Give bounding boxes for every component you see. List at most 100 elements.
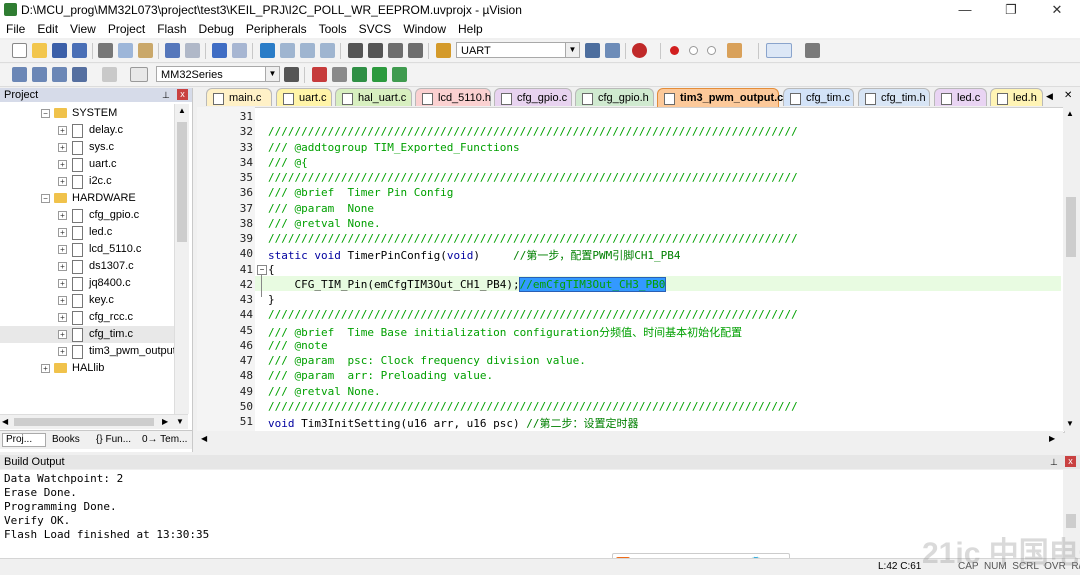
menu-project[interactable]: Project (102, 20, 151, 38)
open-folder-icon[interactable] (32, 43, 47, 58)
expand-icon[interactable]: + (58, 160, 67, 169)
copy-icon[interactable] (118, 43, 133, 58)
tab-main-c[interactable]: main.c (206, 88, 272, 106)
manage-project-items-icon[interactable] (312, 67, 327, 82)
comment-icon[interactable] (388, 43, 403, 58)
tree-folder-hardware[interactable]: − HARDWARE (0, 190, 174, 207)
kill-breakpoints-icon[interactable] (727, 43, 742, 58)
expand-icon[interactable]: + (58, 330, 67, 339)
stop-build-icon[interactable] (102, 67, 117, 82)
tree-file-cfg-rcc[interactable]: + cfg_rcc.c (0, 309, 174, 326)
breakpoint-icon[interactable] (670, 46, 679, 55)
menu-window[interactable]: Window (397, 20, 452, 38)
scroll-thumb[interactable] (177, 122, 187, 242)
menu-tools[interactable]: Tools (313, 20, 353, 38)
translate-icon[interactable] (12, 67, 27, 82)
tree-file-delay[interactable]: + delay.c (0, 122, 174, 139)
scroll-right-icon[interactable]: ▶ (1049, 434, 1055, 443)
menu-peripherals[interactable]: Peripherals (240, 20, 313, 38)
disable-all-breakpoints-icon[interactable] (707, 46, 716, 55)
scroll-thumb[interactable] (14, 418, 154, 426)
load-icon[interactable] (130, 67, 148, 82)
nav-back-icon[interactable] (212, 43, 227, 58)
tab-led-c[interactable]: led.c (934, 88, 987, 106)
scroll-up-icon[interactable]: ▲ (1066, 109, 1074, 118)
pin-icon[interactable]: ⊥ (1050, 455, 1058, 469)
menu-debug[interactable]: Debug (193, 20, 240, 38)
next-bookmark-icon[interactable] (300, 43, 315, 58)
paste-icon[interactable] (138, 43, 153, 58)
close-output-button[interactable]: x (1065, 456, 1076, 467)
tab-hal-uart-c[interactable]: hal_uart.c (335, 88, 412, 106)
pin-icon[interactable]: ⊥ (162, 88, 170, 102)
tab-functions[interactable]: {} Fun... (96, 434, 131, 446)
cut-icon[interactable] (98, 43, 113, 58)
tree-file-ds1307[interactable]: + ds1307.c (0, 258, 174, 275)
expand-icon[interactable]: + (58, 211, 67, 220)
menu-flash[interactable]: Flash (151, 20, 192, 38)
target-combo[interactable]: MM32Series ▼ (156, 66, 280, 82)
bookmark-icon[interactable] (260, 43, 275, 58)
project-hscrollbar[interactable]: ◀ ▶ ▼ (0, 414, 188, 429)
tree-file-sys[interactable]: + sys.c (0, 139, 174, 156)
uncomment-icon[interactable] (408, 43, 423, 58)
scroll-left-icon[interactable]: ◀ (201, 434, 207, 443)
tab-uart-c[interactable]: uart.c (276, 88, 332, 106)
tab-tim3-pwm-output-c[interactable]: tim3_pwm_output.c* (657, 88, 788, 107)
redo-icon[interactable] (185, 43, 200, 58)
tab-books[interactable]: Books (52, 434, 80, 446)
find-in-files-icon[interactable] (436, 43, 451, 58)
expand-icon[interactable]: + (58, 279, 67, 288)
tab-templates[interactable]: 0→ Tem... (142, 434, 187, 446)
debug-session-icon[interactable] (632, 43, 647, 58)
find-combo[interactable]: UART ▼ (456, 42, 580, 58)
incremental-find-icon[interactable] (605, 43, 620, 58)
target-options-icon[interactable] (284, 67, 299, 82)
close-tab-icon[interactable]: ✕ (1064, 90, 1072, 101)
scroll-down-icon[interactable]: ▼ (176, 415, 184, 429)
new-file-icon[interactable] (12, 43, 27, 58)
tree-file-tim3-pwm[interactable]: + tim3_pwm_output. (0, 343, 179, 360)
collapse-icon[interactable]: − (41, 194, 50, 203)
nav-forward-icon[interactable] (232, 43, 247, 58)
tree-file-jq8400[interactable]: + jq8400.c (0, 275, 174, 292)
tree-folder-system[interactable]: − SYSTEM (0, 105, 174, 122)
chevron-down-icon[interactable]: ▼ (265, 67, 279, 81)
clear-bookmarks-icon[interactable] (320, 43, 335, 58)
manage-runtime-icon[interactable] (372, 67, 387, 82)
menu-help[interactable]: Help (452, 20, 489, 38)
tree-file-i2c[interactable]: + i2c.c (0, 173, 174, 190)
scroll-thumb[interactable] (1066, 514, 1076, 528)
tree-file-lcd5110[interactable]: + lcd_5110.c (0, 241, 174, 258)
collapse-icon[interactable]: − (41, 109, 50, 118)
scroll-right-icon[interactable]: ▶ (162, 415, 168, 429)
project-vscrollbar[interactable]: ▲ (174, 104, 189, 414)
fold-collapse-icon[interactable]: − (257, 265, 267, 275)
expand-icon[interactable]: + (58, 245, 67, 254)
expand-icon[interactable]: + (58, 296, 67, 305)
tab-project[interactable]: Proj... (2, 433, 46, 447)
menu-view[interactable]: View (64, 20, 102, 38)
tree-file-uart[interactable]: + uart.c (0, 156, 174, 173)
disable-breakpoint-icon[interactable] (689, 46, 698, 55)
tab-scroll-left-icon[interactable]: ◀ (1046, 91, 1053, 102)
menu-svcs[interactable]: SVCS (353, 20, 398, 38)
prev-bookmark-icon[interactable] (280, 43, 295, 58)
unindent-icon[interactable] (368, 43, 383, 58)
indent-icon[interactable] (348, 43, 363, 58)
expand-icon[interactable]: + (41, 364, 50, 373)
expand-icon[interactable]: + (58, 228, 67, 237)
tab-cfg-tim-h[interactable]: cfg_tim.h (858, 88, 930, 106)
scroll-thumb[interactable] (1066, 197, 1076, 257)
maximize-button[interactable]: ❐ (988, 0, 1034, 20)
menu-edit[interactable]: Edit (31, 20, 64, 38)
tree-folder-hallib[interactable]: + HALlib (0, 360, 174, 377)
window-layout-icon[interactable] (766, 43, 792, 58)
batch-build-icon[interactable] (72, 67, 87, 82)
scroll-up-icon[interactable]: ▲ (177, 104, 187, 118)
tree-file-led[interactable]: + led.c (0, 224, 174, 241)
component-icon[interactable] (392, 67, 407, 82)
close-panel-button[interactable]: x (177, 89, 188, 100)
build-icon[interactable] (32, 67, 47, 82)
expand-icon[interactable]: + (58, 126, 67, 135)
